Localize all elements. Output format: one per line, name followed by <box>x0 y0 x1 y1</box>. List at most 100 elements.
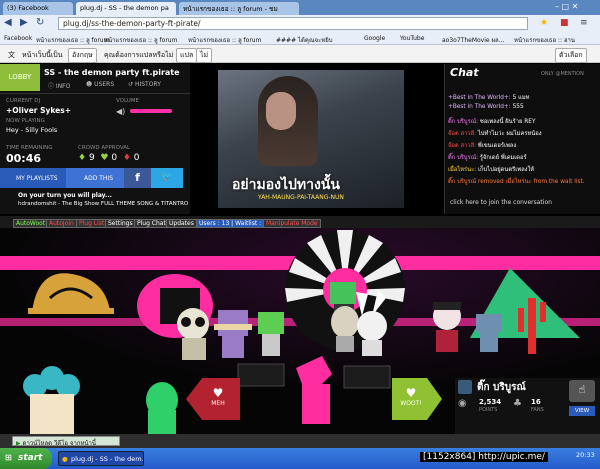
fans-label: FANS <box>531 407 544 413</box>
start-button[interactable]: ⊞ start <box>0 448 52 469</box>
grab-count: 0 <box>111 153 118 163</box>
meh-label: MEH <box>211 400 225 407</box>
menu-icon[interactable]: ≡ <box>580 18 588 28</box>
chat-message: ติ๊ก บริบูรณ์: รู้จักเดย์ พี่เดมเดอร์ <box>448 152 527 162</box>
extension-icon[interactable]: ■ <box>560 18 569 28</box>
forward-icon[interactable]: ▶ <box>20 17 28 28</box>
chat-message: ติ๊ก บริบูรณ์: ซอเพลงนี้ ฝันร้าย REY <box>448 116 536 126</box>
translate-options-button[interactable]: ตัวเลือก <box>555 48 587 63</box>
tab-plugdj[interactable]: plug.dj - SS - the demon pa <box>76 2 176 15</box>
chat-user[interactable]: จ๊อต สาวลี: <box>448 143 476 149</box>
time-label: TIME REMAINING <box>6 145 53 151</box>
now-playing-label: NOW PLAYING <box>6 118 45 124</box>
dj-avatar-thumb <box>458 380 472 394</box>
crowd-approval: ♦ 9 ♥ 0 ♦ 0 <box>78 153 140 163</box>
chat-mention-filter[interactable]: ONLY @MENTION <box>541 71 584 77</box>
browser-tab-strip: (3) Facebook plug.dj - SS - the demon pa… <box>0 0 600 15</box>
dj-info-card: ติ๊ก บริบูรณ์ ◉ 2,534 POINTS ♣ 16 FANS ☝… <box>455 378 600 434</box>
download-icon: ▶ <box>16 440 21 447</box>
translate-bar: 文 หน้าเว็บนี้เป็น อังกฤษ คุณต้องการแปลหร… <box>0 45 600 63</box>
tab-history[interactable]: ↺ HISTORY <box>128 81 161 88</box>
audience-avatar <box>146 382 178 434</box>
bookmark-forum-3[interactable]: หน้าแรกของเธอ :: ลู forum <box>188 35 261 45</box>
language-select[interactable]: อังกฤษ <box>68 48 97 63</box>
manipulate-mode-toggle[interactable]: Manipulate Mode <box>263 219 321 228</box>
tab-users-label: USERS <box>94 81 115 88</box>
chat-text: 555 <box>512 104 524 110</box>
bookmark-movie[interactable]: ao3o7TheMovie ผล... <box>442 35 504 45</box>
bookmark-forum-4[interactable]: หน้าแรกของเธอ :: อาน <box>514 35 575 45</box>
taskbar-item-label: plug.dj - SS - the dem... <box>71 455 144 463</box>
bookmark-youtube[interactable]: YouTube <box>400 35 424 42</box>
download-video-button[interactable]: ▶ ดาวน์โหลด วีดีโอ จากหน้านี้ <box>12 436 120 447</box>
start-label: start <box>18 453 43 463</box>
bookmark-google[interactable]: Google <box>364 35 385 42</box>
url-field[interactable]: plug.dj/ss-the-demon-party-ft-pirate/ <box>58 17 528 30</box>
chat-user[interactable]: ติ๊ก บริบูรณ์ <box>448 179 476 185</box>
translate-icon: 文 <box>8 51 15 59</box>
now-playing: Hey - Silly Fools <box>6 126 58 134</box>
facebook-share-icon[interactable]: f <box>124 168 151 188</box>
lobby-button[interactable]: LOBBY <box>0 64 40 91</box>
windows-logo-icon: ⊞ <box>5 453 12 462</box>
reload-icon[interactable]: ↻ <box>36 17 44 28</box>
chat-message: จ๊อต สาวลี: ไปทำไมว่ะ ผมไม่ครหน้อง <box>448 128 542 138</box>
chat-user[interactable]: เมื่อไหร่นะ: <box>448 167 476 173</box>
twitter-share-icon[interactable]: 🐦 <box>151 168 183 188</box>
back-icon[interactable]: ◀ <box>4 17 12 28</box>
tab-info-label: INFO <box>55 83 71 90</box>
view-profile-button[interactable]: VIEW <box>569 406 595 416</box>
dj-name: ติ๊ก บริบูรณ์ <box>477 382 526 393</box>
bookmark-facebook[interactable]: Facebook <box>4 35 32 42</box>
chat-user[interactable]: +Best in The World+: <box>448 104 511 110</box>
add-this-button[interactable]: ADD THIS <box>66 168 124 188</box>
user-count-badge[interactable]: Users : 13 | Waitlist : 4 <box>196 219 270 228</box>
crowd-label: CROWD APPROVAL <box>78 145 131 151</box>
chat-input[interactable]: click here to join the conversation <box>450 199 552 206</box>
tab-users[interactable]: ☻ USERS <box>86 81 114 88</box>
chrome-icon: ● <box>62 455 68 463</box>
chat-text: removed เมื่อไหร่นะ from the wait list. <box>477 179 585 185</box>
my-playlists-label: MY PLAYLISTS <box>16 175 58 182</box>
chat-user[interactable]: ติ๊ก บริบูรณ์: <box>448 119 478 125</box>
fans-icon: ♣ <box>513 398 522 409</box>
chat-text: พี่เขนเดอร์เพลง <box>477 143 517 149</box>
chat-text: ซอเพลงนี้ ฝันร้าย REY <box>479 119 536 125</box>
clock: 20:33 <box>576 451 595 459</box>
plug-chat-toggle[interactable]: Plug Chat <box>134 219 169 228</box>
plug-list-toggle[interactable]: Plug List <box>76 219 108 228</box>
speaker-icon[interactable]: ◀) <box>116 107 125 116</box>
woot-count: 9 <box>88 153 95 163</box>
bookmark-forum-1[interactable]: หน้าแรกของเธอ :: ลู forum <box>36 35 109 45</box>
chat-user[interactable]: ติ๊ก บริบูรณ์: <box>448 155 478 161</box>
divider <box>0 93 190 94</box>
dj-action-button[interactable]: ☝ <box>569 380 595 402</box>
tab-forum[interactable]: หน้าแรกของเธอ :: ลู forum - ชม <box>179 2 299 15</box>
points-label: POINTS <box>479 407 498 413</box>
volume-slider[interactable] <box>130 109 172 113</box>
tab-facebook[interactable]: (3) Facebook <box>3 2 73 15</box>
updates-toggle[interactable]: Updates <box>166 219 197 228</box>
chat-user[interactable]: +Best in The World+: <box>448 95 511 101</box>
my-playlists-button[interactable]: MY PLAYLISTS <box>0 168 66 188</box>
taskbar-item-browser[interactable]: ● plug.dj - SS - the dem... <box>58 451 144 466</box>
settings-toggle[interactable]: Settings <box>105 219 136 228</box>
chat-user[interactable]: จ๊อต สาวลี: <box>448 131 476 137</box>
points-value: 2,534 <box>479 398 502 406</box>
chat-message: จ๊อต สาวลี: พี่เขนเดอร์เพลง <box>448 140 516 150</box>
next-song: hdrandomshit - The Big Show FULL THEME S… <box>18 201 188 207</box>
download-bar: ▶ ดาวน์โหลด วีดีโอ จากหน้านี้ <box>0 434 600 448</box>
star-icon[interactable]: ★ <box>540 18 548 28</box>
bookmark-favorite[interactable]: #### ได้คุณจะหยิบ <box>276 35 333 45</box>
bookmark-forum-2[interactable]: หน้าแรกของเธอ :: ลู forum <box>104 35 177 45</box>
translate-button[interactable]: แปล <box>176 48 198 63</box>
tab-info[interactable]: ⓘ INFO <box>48 81 70 90</box>
time-remaining: 00:46 <box>6 152 42 165</box>
woot-count-icon: ♦ <box>78 153 87 163</box>
autojoin-toggle[interactable]: AutoJoin <box>46 219 77 228</box>
room-name: SS - the demon party ft.pirate <box>44 68 180 77</box>
window-controls[interactable]: – □ ✕ <box>555 2 595 12</box>
no-translate-button[interactable]: ไม่ <box>196 48 213 63</box>
autowoot-toggle[interactable]: AutoWoot <box>13 219 49 228</box>
meh-count: 0 <box>133 153 140 163</box>
